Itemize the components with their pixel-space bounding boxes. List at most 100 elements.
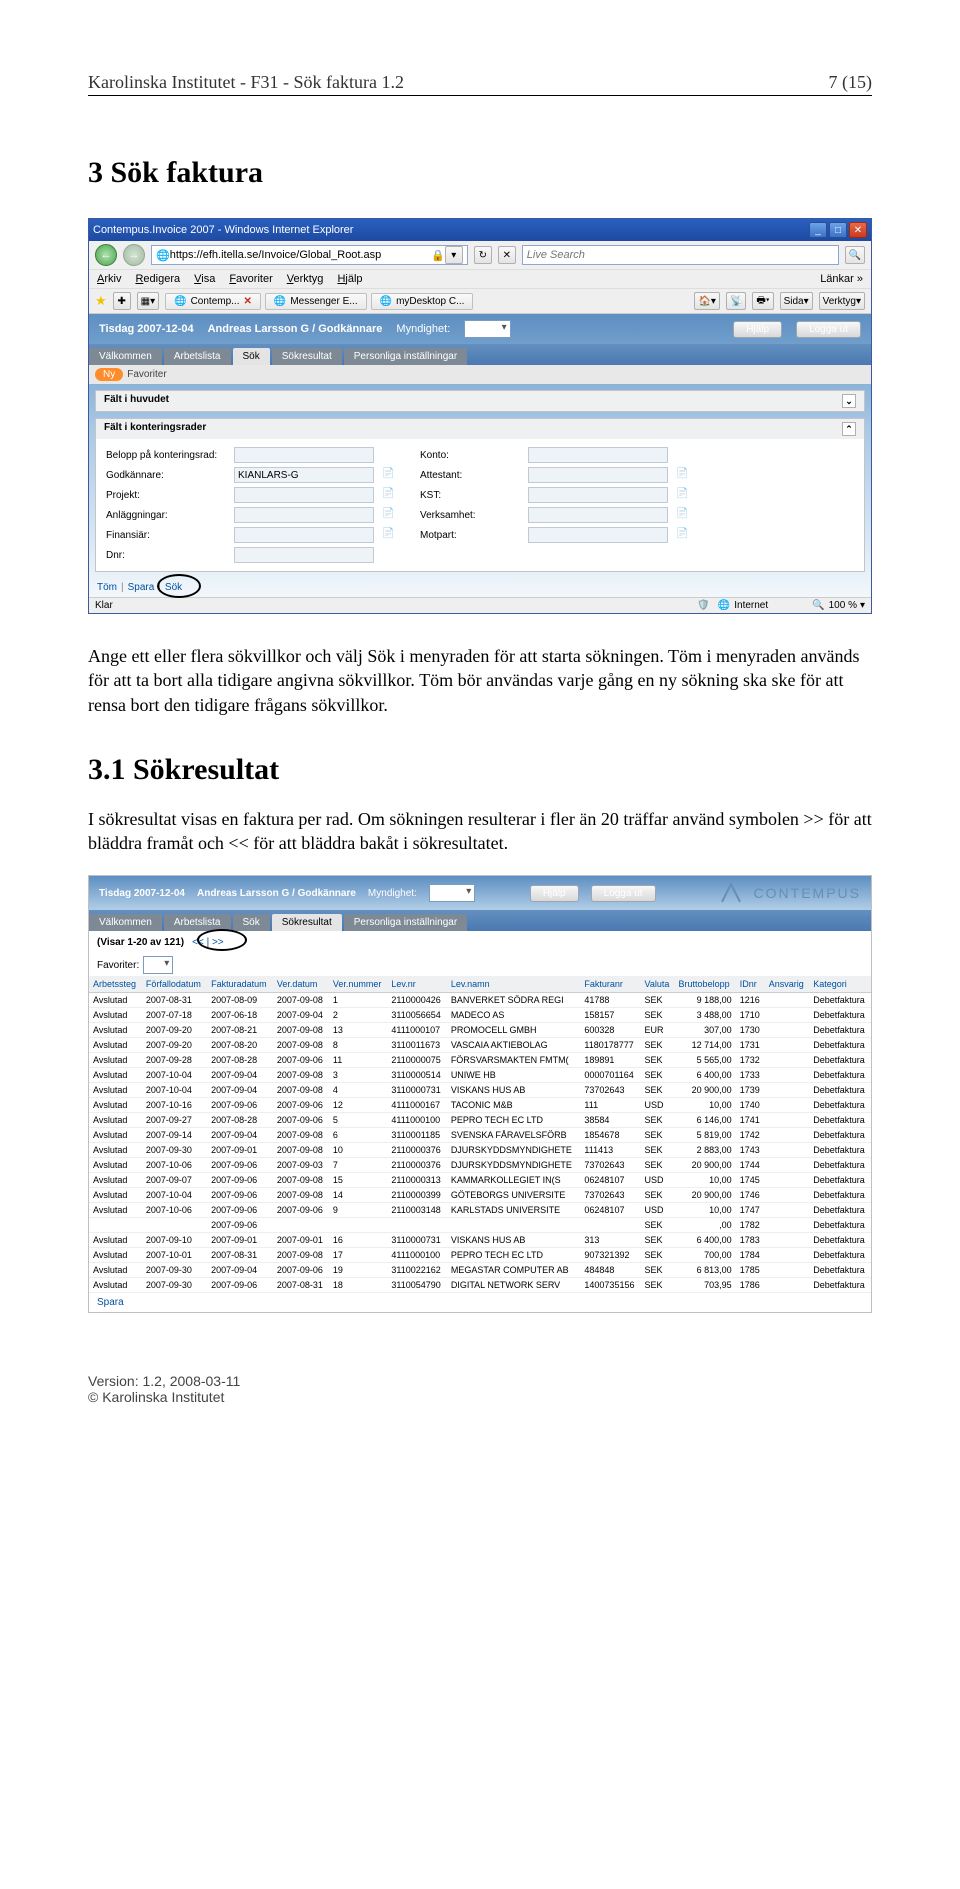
lookup-icon[interactable]: 📄 <box>676 528 690 542</box>
input-projekt[interactable] <box>234 487 374 503</box>
links-label[interactable]: Länkar » <box>820 273 863 285</box>
column-header[interactable]: Lev.namn <box>447 976 581 993</box>
input-dnr[interactable] <box>234 547 374 563</box>
column-header[interactable]: Bruttobelopp <box>675 976 736 993</box>
lookup-icon[interactable]: 📄 <box>382 488 396 502</box>
address-bar[interactable]: 🌐 🔒 ▾ <box>151 245 468 265</box>
myndighet-select[interactable]: KI K1 <box>464 320 510 338</box>
input-belopp[interactable] <box>234 447 374 463</box>
table-row[interactable]: Avslutad2007-10-042007-09-042007-09-0833… <box>89 1068 871 1083</box>
lookup-icon[interactable]: 📄 <box>676 508 690 522</box>
column-header[interactable]: Arbetssteg <box>89 976 142 993</box>
tab-grid-icon[interactable]: ▦▾ <box>137 292 159 310</box>
refresh-icon[interactable]: ↻ <box>474 246 492 264</box>
lookup-icon[interactable]: 📄 <box>676 468 690 482</box>
app-tab-välkommen[interactable]: Välkommen <box>89 914 162 931</box>
favorites-star-icon[interactable]: ★ <box>95 293 107 309</box>
ie-menu-item[interactable]: Visa <box>194 273 215 285</box>
logout-button[interactable]: Logga ut <box>796 321 861 338</box>
app-tab-personliga-inställningar[interactable]: Personliga inställningar <box>344 914 467 931</box>
pager-nav[interactable]: << | >> <box>192 937 224 948</box>
table-row[interactable]: Avslutad2007-10-042007-09-062007-09-0814… <box>89 1188 871 1203</box>
column-header[interactable]: IDnr <box>736 976 765 993</box>
search-bar[interactable] <box>522 245 839 265</box>
browser-tab[interactable]: 🌐myDesktop C... <box>371 293 474 310</box>
ie-menu-item[interactable]: Verktyg <box>287 273 324 285</box>
ie-menu-item[interactable]: Hjälp <box>337 273 362 285</box>
column-header[interactable]: Ver.datum <box>273 976 329 993</box>
lookup-icon[interactable]: 📄 <box>382 468 396 482</box>
search-go-icon[interactable]: 🔍 <box>845 246 865 264</box>
ie-menu-item[interactable]: Favoriter <box>229 273 272 285</box>
input-motpart[interactable] <box>528 527 668 543</box>
add-favorite-icon[interactable]: ✚ <box>113 292 131 310</box>
column-header[interactable]: Förfallodatum <box>142 976 207 993</box>
home-icon[interactable]: 🏠▾ <box>694 292 719 310</box>
table-row[interactable]: Avslutad2007-09-272007-08-282007-09-0654… <box>89 1113 871 1128</box>
table-row[interactable]: Avslutad2007-10-162007-09-062007-09-0612… <box>89 1098 871 1113</box>
lookup-icon[interactable]: 📄 <box>382 528 396 542</box>
table-row[interactable]: 2007-09-06SEK,001782Debetfaktura <box>89 1218 871 1233</box>
input-attestant[interactable] <box>528 467 668 483</box>
table-row[interactable]: Avslutad2007-09-302007-09-012007-09-0810… <box>89 1143 871 1158</box>
table-row[interactable]: Avslutad2007-09-302007-09-042007-09-0619… <box>89 1263 871 1278</box>
app-tab-sök[interactable]: Sök <box>233 348 270 365</box>
collapse-icon[interactable]: ⌃ <box>842 422 856 436</box>
forward-icon[interactable]: → <box>123 244 145 266</box>
help-button[interactable]: Hjälp <box>530 885 579 902</box>
app-tab-sökresultat[interactable]: Sökresultat <box>272 914 342 931</box>
app-tab-sök[interactable]: Sök <box>233 914 270 931</box>
table-row[interactable]: Avslutad2007-09-282007-08-282007-09-0611… <box>89 1053 871 1068</box>
input-verksamhet[interactable] <box>528 507 668 523</box>
column-header[interactable]: Ver.nummer <box>329 976 388 993</box>
column-header[interactable]: Fakturanr <box>580 976 640 993</box>
favoriter-label[interactable]: Favoriter <box>127 369 166 380</box>
spara-link[interactable]: Spara <box>89 1293 871 1312</box>
browser-tab[interactable]: 🌐Messenger E... <box>265 293 367 310</box>
table-row[interactable]: Avslutad2007-09-302007-09-062007-08-3118… <box>89 1278 871 1293</box>
table-row[interactable]: Avslutad2007-08-312007-08-092007-09-0812… <box>89 993 871 1008</box>
input-godkannare[interactable]: KIANLARS-G <box>234 467 374 483</box>
minimize-icon[interactable]: _ <box>809 222 827 238</box>
input-finansiar[interactable] <box>234 527 374 543</box>
sok-link[interactable]: Sök <box>165 582 182 593</box>
browser-tab[interactable]: 🌐Contemp...✕ <box>165 293 261 310</box>
column-header[interactable]: Valuta <box>641 976 675 993</box>
lookup-icon[interactable]: 📄 <box>382 508 396 522</box>
column-header[interactable]: Kategori <box>809 976 871 993</box>
table-row[interactable]: Avslutad2007-09-102007-09-012007-09-0116… <box>89 1233 871 1248</box>
tools-menu[interactable]: Verktyg▾ <box>819 292 865 310</box>
app-tab-arbetslista[interactable]: Arbetslista <box>164 914 231 931</box>
app-tab-välkommen[interactable]: Välkommen <box>89 348 162 365</box>
favoriter-select[interactable] <box>143 956 173 974</box>
column-header[interactable]: Lev.nr <box>387 976 446 993</box>
search-input[interactable] <box>527 249 834 261</box>
close-icon[interactable]: ✕ <box>849 222 867 238</box>
column-header[interactable]: Fakturadatum <box>207 976 273 993</box>
input-anlaggningar[interactable] <box>234 507 374 523</box>
table-row[interactable]: Avslutad2007-09-202007-08-212007-09-0813… <box>89 1023 871 1038</box>
table-row[interactable]: Avslutad2007-10-062007-09-062007-09-0372… <box>89 1158 871 1173</box>
help-button[interactable]: Hjälp <box>733 321 782 338</box>
feeds-icon[interactable]: 📡 <box>726 292 746 310</box>
zoom-icon[interactable]: 🔍 <box>812 600 824 611</box>
print-icon[interactable]: 🖶▾ <box>752 292 773 310</box>
app-tab-personliga-inställningar[interactable]: Personliga inställningar <box>344 348 467 365</box>
lookup-icon[interactable]: 📄 <box>676 488 690 502</box>
spara-link[interactable]: Spara <box>128 582 155 593</box>
table-row[interactable]: Avslutad2007-10-062007-09-062007-09-0692… <box>89 1203 871 1218</box>
table-row[interactable]: Avslutad2007-07-182007-06-182007-09-0423… <box>89 1008 871 1023</box>
ny-pill[interactable]: Ny <box>95 368 123 381</box>
maximize-icon[interactable]: □ <box>829 222 847 238</box>
page-menu[interactable]: Sida▾ <box>780 292 813 310</box>
url-dropdown-icon[interactable]: ▾ <box>445 246 463 264</box>
back-icon[interactable]: ← <box>95 244 117 266</box>
app-tab-sökresultat[interactable]: Sökresultat <box>272 348 342 365</box>
ie-menu-item[interactable]: Redigera <box>135 273 180 285</box>
table-row[interactable]: Avslutad2007-09-142007-09-042007-09-0863… <box>89 1128 871 1143</box>
input-konto[interactable] <box>528 447 668 463</box>
table-row[interactable]: Avslutad2007-10-042007-09-042007-09-0843… <box>89 1083 871 1098</box>
app-tab-arbetslista[interactable]: Arbetslista <box>164 348 231 365</box>
logout-button[interactable]: Logga ut <box>591 885 656 902</box>
myndighet-select[interactable]: KI K1 <box>429 884 475 902</box>
